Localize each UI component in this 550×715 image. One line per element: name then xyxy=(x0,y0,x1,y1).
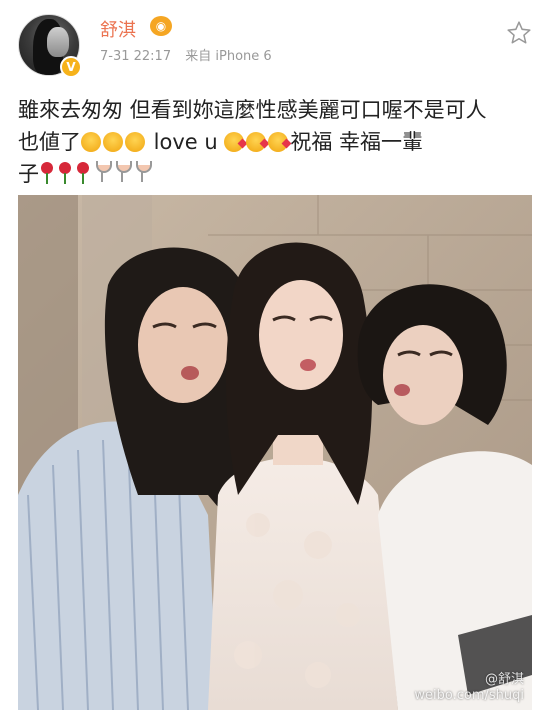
watermark-name: @舒淇 xyxy=(484,672,524,687)
post-text-line-2: 也値了 love u 祝福 幸福一輩 xyxy=(18,126,538,158)
source[interactable]: 来自 iPhone 6 xyxy=(185,49,271,64)
kiss-emoji-icon xyxy=(268,132,289,152)
rose-emoji-icon xyxy=(75,162,91,184)
wine-glass-emoji-icon xyxy=(113,160,132,184)
post-photo[interactable]: @舒淇 weibo.com/shuqi xyxy=(18,195,532,710)
post-meta: 7-31 22:17 来自 iPhone 6 xyxy=(100,45,282,64)
post-text-line-1: 雖來去匆匆 但看到妳這麼性感美麗可口喔不是可人 xyxy=(18,98,487,122)
text-segment: 也値了 xyxy=(18,130,81,154)
bless-text: 祝福 幸福一輩 xyxy=(290,130,424,154)
timestamp: 7-31 22:17 xyxy=(100,49,172,64)
love-text: love u xyxy=(147,130,225,154)
wine-glass-emoji-icon xyxy=(93,160,112,184)
watermark-url: weibo.com/shuqi xyxy=(414,688,524,703)
smile-emoji-icon xyxy=(103,132,123,152)
username[interactable]: 舒淇 xyxy=(100,16,136,42)
kiss-emoji-icon xyxy=(246,132,267,152)
rose-emoji-icon xyxy=(57,162,73,184)
kiss-emoji-icon xyxy=(224,132,245,152)
rose-emoji-icon xyxy=(39,162,55,184)
weibo-post: V 舒淇 ◉ 7-31 22:17 来自 iPhone 6 雖來去匆匆 但看到妳… xyxy=(0,0,550,715)
post-text: 雖來去匆匆 但看到妳這麼性感美麗可口喔不是可人 也値了 love u 祝福 幸福… xyxy=(18,94,538,190)
photo-illustration xyxy=(18,195,532,710)
text-segment: 子 xyxy=(18,162,39,186)
avatar[interactable]: V xyxy=(18,14,82,78)
star-icon[interactable] xyxy=(506,20,532,46)
smile-emoji-icon xyxy=(125,132,145,152)
photo-watermark: @舒淇 weibo.com/shuqi xyxy=(414,672,524,704)
post-text-line-3: 子 xyxy=(18,158,538,190)
smile-emoji-icon xyxy=(81,132,101,152)
verified-badge-icon: V xyxy=(60,56,82,78)
vip-badge-icon: ◉ xyxy=(150,16,172,36)
wine-glass-emoji-icon xyxy=(133,160,152,184)
